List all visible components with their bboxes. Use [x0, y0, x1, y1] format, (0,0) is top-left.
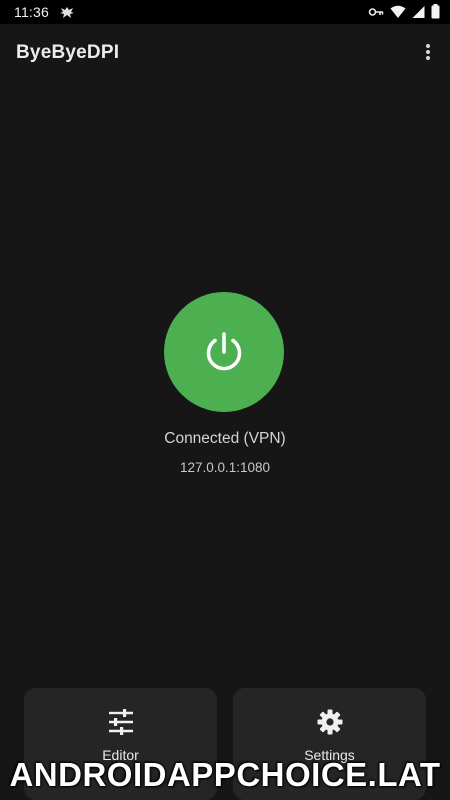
more-vert-icon: [426, 44, 430, 60]
more-options-button[interactable]: [414, 38, 442, 66]
app-bar: ByeByeDPI: [0, 24, 450, 82]
cell-signal-icon: [412, 5, 425, 18]
watermark-text: ANDROIDAPPCHOICE.LAT: [9, 756, 441, 793]
vpn-key-icon: [368, 7, 384, 16]
app-notification-icon: [60, 7, 74, 18]
proxy-address: 127.0.0.1:1080: [179, 460, 271, 475]
status-time: 11:36: [14, 4, 49, 20]
power-icon: [206, 332, 242, 371]
battery-icon: [431, 4, 440, 19]
wifi-icon: [390, 5, 406, 18]
status-icons: [368, 4, 440, 19]
connection-status: Connected (VPN): [164, 430, 286, 447]
app-title: ByeByeDPI: [16, 42, 120, 63]
tune-icon: [108, 709, 133, 735]
app-screen: 11:36 ByeByeDPI Connected (VPN) 127.0.0.…: [0, 0, 450, 800]
gear-icon: [317, 709, 342, 735]
power-button[interactable]: [164, 292, 284, 412]
status-bar: 11:36: [0, 0, 450, 24]
